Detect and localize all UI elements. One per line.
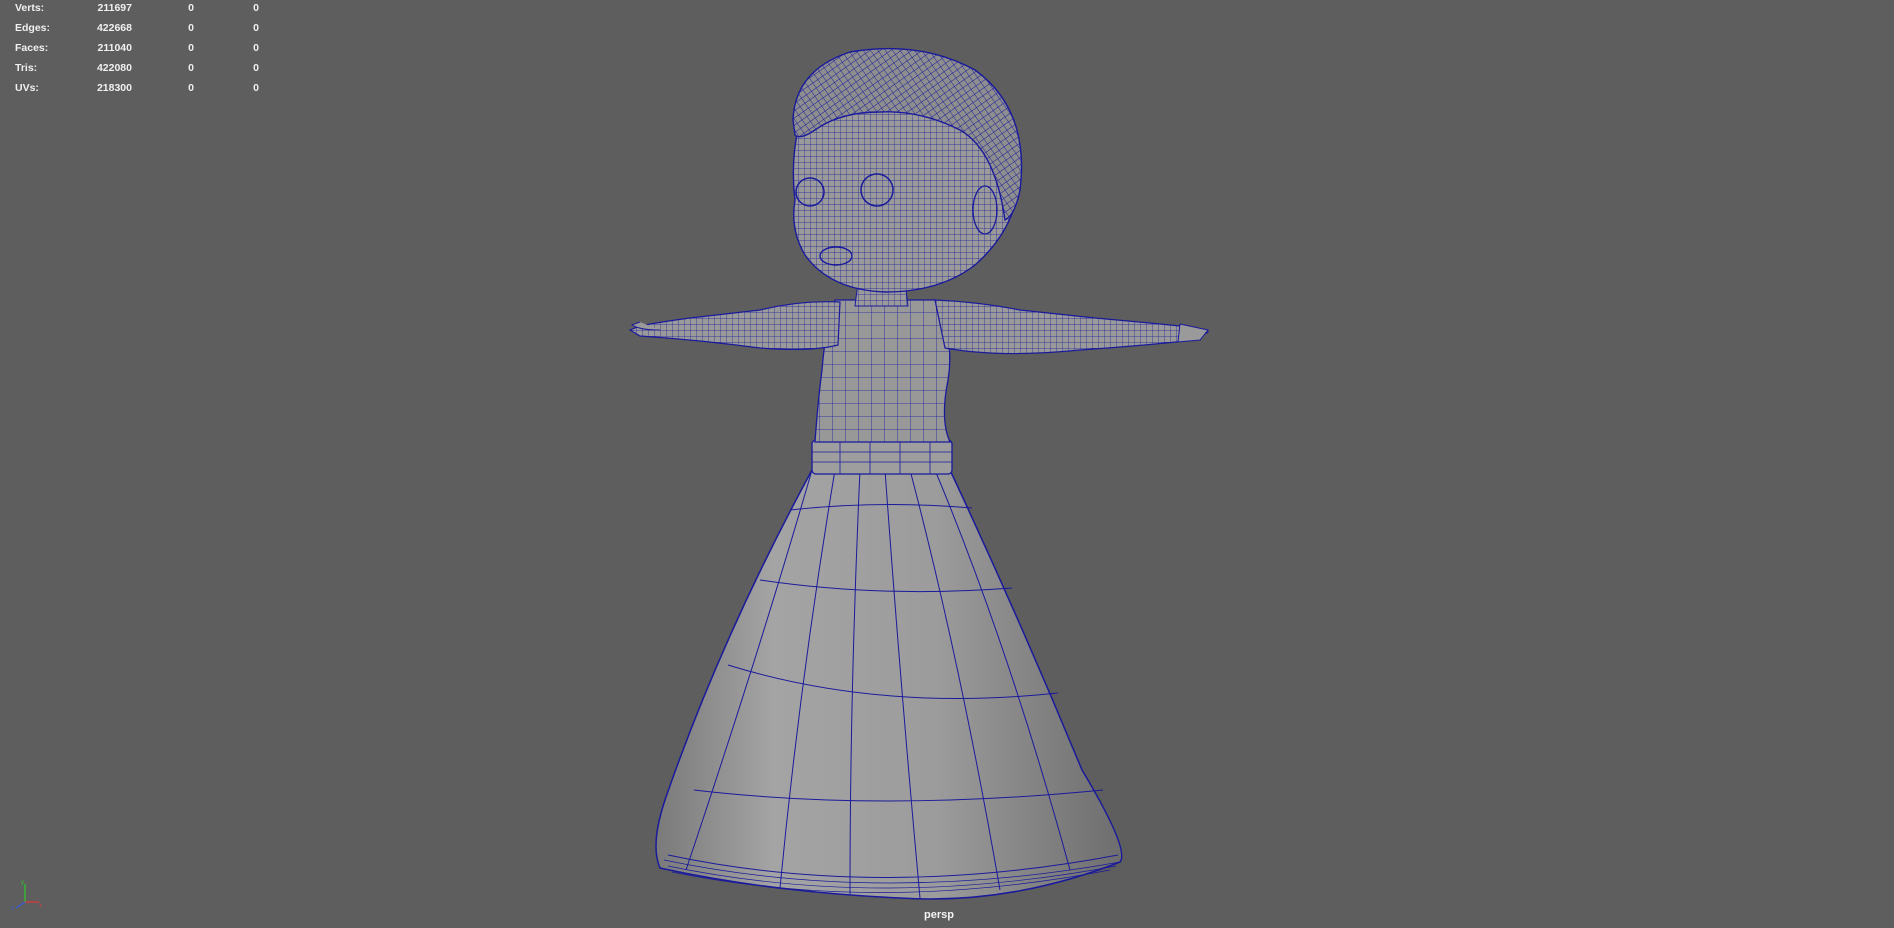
ear (972, 185, 998, 235)
eye-right (860, 173, 894, 207)
arm-left (628, 301, 841, 351)
axis-x-label: x (39, 903, 42, 909)
3d-viewport[interactable]: Verts: 211697 0 0 Edges: 422668 0 0 Face… (0, 0, 1894, 928)
waistband (811, 439, 953, 475)
hud-value: 0 (188, 2, 194, 14)
axis-gizmo-icon: y x z (11, 880, 42, 912)
hud-value: 422668 (96, 22, 132, 34)
hud-label: UVs: (15, 82, 39, 94)
eye-left (795, 177, 825, 207)
hud-value: 0 (253, 42, 259, 54)
hud-value: 0 (188, 22, 194, 34)
hud-label: Verts: (15, 2, 45, 14)
hud-value: 422080 (96, 62, 132, 74)
arm-right (934, 299, 1210, 355)
hud-row-faces: Faces: 211040 0 0 (0, 41, 270, 61)
hud-value: 218300 (96, 82, 132, 94)
axis-z-label: z (11, 906, 14, 912)
hud-label: Edges: (15, 22, 51, 34)
hud-label: Faces: (15, 42, 49, 54)
hud-value: 0 (188, 82, 194, 94)
hud-row-verts: Verts: 211697 0 0 (0, 1, 270, 21)
hud-value: 211040 (97, 42, 132, 54)
hud-value: 0 (253, 62, 259, 74)
hud-row-tris: Tris: 422080 0 0 (0, 61, 270, 81)
hud-value: 0 (253, 22, 259, 34)
hud-row-edges: Edges: 422668 0 0 (0, 21, 270, 41)
mouth (819, 246, 853, 266)
hud-row-uvs: UVs: 218300 0 0 (0, 81, 270, 101)
head (792, 47, 1023, 293)
character-mesh[interactable] (0, 0, 1894, 928)
hud-label: Tris: (15, 62, 38, 74)
hud-value: 211697 (97, 2, 132, 14)
skirt (655, 469, 1123, 900)
axis-y-label: y (21, 880, 24, 886)
hud-value: 0 (253, 82, 259, 94)
hud-value: 0 (188, 42, 194, 54)
hud-value: 0 (253, 2, 259, 14)
hud-value: 0 (188, 62, 194, 74)
camera-name-label: persp (924, 909, 954, 921)
